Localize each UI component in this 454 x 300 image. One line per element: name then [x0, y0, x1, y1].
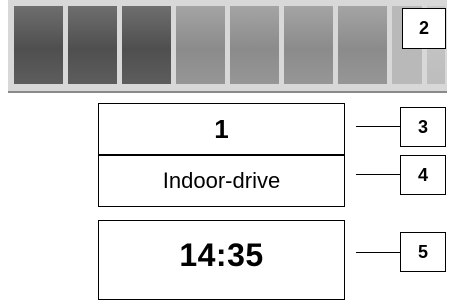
bar-segment	[284, 6, 333, 84]
callout-3-badge: 3	[400, 107, 446, 147]
callout-2-badge: 2	[402, 8, 446, 49]
bar-segment	[230, 6, 279, 84]
callout-5-badge: 5	[400, 232, 446, 272]
callout-2-label: 2	[418, 18, 429, 38]
bar-segment	[176, 6, 225, 84]
bar-segment	[14, 6, 63, 84]
bar-segment	[68, 6, 117, 84]
callout-4-leader	[356, 174, 400, 175]
callout-5-label: 5	[417, 241, 428, 262]
number-display: 1	[98, 103, 345, 155]
bar-segment	[122, 6, 171, 84]
mode-display: Indoor-drive	[98, 155, 345, 207]
callout-4-label: 4	[417, 164, 428, 185]
mode-value: Indoor-drive	[162, 168, 281, 193]
callout-5-leader	[356, 252, 400, 253]
callout-4-badge: 4	[400, 155, 446, 195]
segment-bar	[8, 0, 447, 93]
callout-3-leader	[356, 126, 400, 127]
bar-segment	[338, 6, 387, 84]
callout-3-label: 3	[417, 116, 428, 137]
number-value: 1	[214, 113, 229, 144]
time-value: 14:35	[179, 237, 264, 273]
time-display: 14:35	[98, 220, 345, 300]
